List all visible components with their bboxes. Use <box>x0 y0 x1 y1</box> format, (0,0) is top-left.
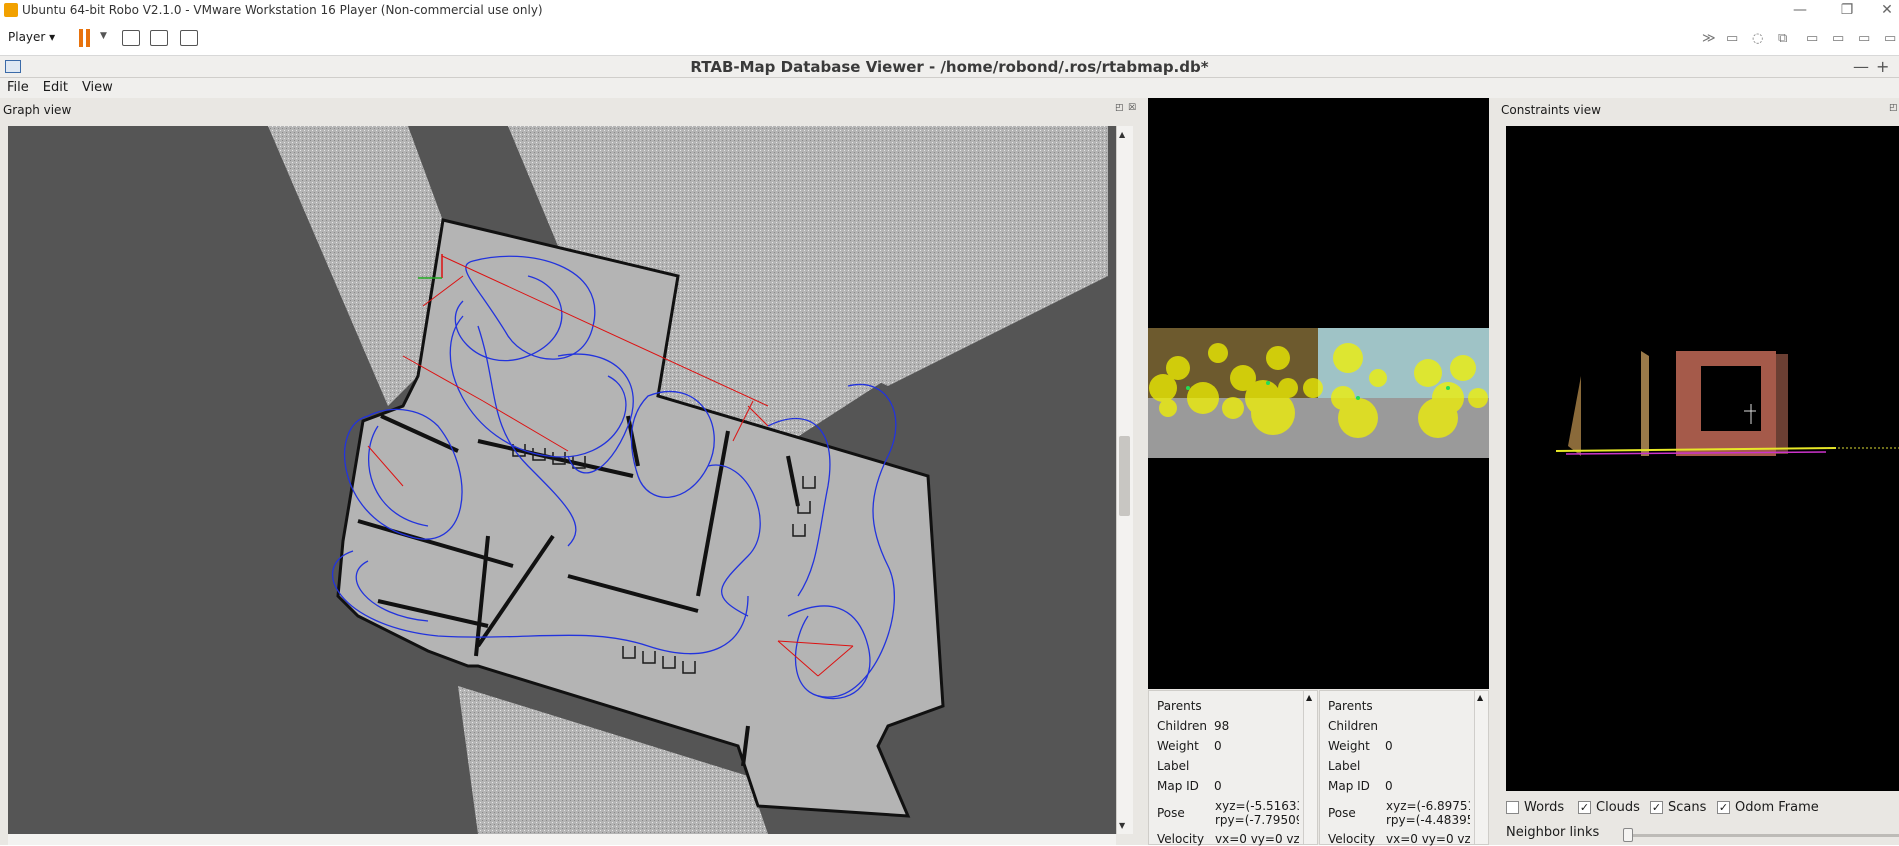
send-ctrl-alt-del-icon[interactable] <box>122 30 140 46</box>
parents-label: Parents <box>1328 699 1373 713</box>
camera-image-features <box>1148 328 1489 458</box>
neighbor-links-slider-track[interactable] <box>1628 834 1899 837</box>
velocity-label: Velocity <box>1157 832 1205 846</box>
scroll-up-icon[interactable]: ▲ <box>1477 693 1483 702</box>
network-icon[interactable]: ⧉ <box>1778 31 1787 46</box>
node-info-right-scrollbar[interactable]: ▲ <box>1474 691 1488 844</box>
graph-view-canvas[interactable] <box>8 126 1116 834</box>
label-label: Label <box>1157 759 1190 773</box>
words-label: Words <box>1524 800 1565 815</box>
image-view-panel[interactable] <box>1148 98 1489 689</box>
cd-icon[interactable]: ◌ <box>1752 31 1763 46</box>
children-label: Children <box>1157 719 1207 733</box>
menu-file[interactable]: File <box>0 78 36 98</box>
rtabmap-maximize-button[interactable]: + <box>1876 56 1889 78</box>
usb-icon[interactable]: ▭ <box>1806 31 1818 46</box>
velocity-value: vx=0 vy=0 vz= <box>1386 832 1470 846</box>
pose-xyz-value: xyz=(-5.51633, <box>1215 799 1299 813</box>
clouds-checkbox[interactable]: ✓ <box>1578 801 1591 814</box>
pose-rpy-value: rpy=(-4.48395 <box>1386 813 1470 827</box>
label-label: Label <box>1328 759 1361 773</box>
printer-icon[interactable]: ▭ <box>1858 31 1870 46</box>
graph-view-horizontal-scrollbar[interactable] <box>8 834 1116 845</box>
graph-view-scroll-thumb[interactable] <box>1119 436 1130 516</box>
rtabmap-window-title: RTAB-Map Database Viewer - /home/robond/… <box>690 58 1209 76</box>
rtabmap-title-bar: RTAB-Map Database Viewer - /home/robond/… <box>0 56 1899 78</box>
constraints-view-options: Words ✓ Clouds ✓ Scans ✓ Odom Frame Neig… <box>1506 795 1899 845</box>
pose-label: Pose <box>1157 806 1185 820</box>
graph-view-float-icon[interactable]: ◰ <box>1115 103 1124 113</box>
close-button[interactable]: ✕ <box>1872 0 1899 20</box>
pose-xyz-value: xyz=(-6.89751 <box>1386 799 1470 813</box>
unity-icon[interactable] <box>180 30 198 46</box>
vmware-window-title: Ubuntu 64-bit Robo V2.1.0 - VMware Works… <box>22 3 543 17</box>
weight-value: 0 <box>1214 739 1222 753</box>
sound-icon[interactable]: ▭ <box>1832 31 1844 46</box>
pause-icon[interactable] <box>78 29 92 47</box>
app-window-icon <box>5 60 21 73</box>
pose-label: Pose <box>1328 806 1356 820</box>
node-info-panel-right: Parents Children Weight 0 Label Map ID 0… <box>1319 690 1489 846</box>
map-id-value: 0 <box>1385 779 1393 793</box>
map-id-value: 0 <box>1214 779 1222 793</box>
velocity-label: Velocity <box>1328 832 1376 846</box>
map-id-label: Map ID <box>1328 779 1370 793</box>
odom-frame-checkbox[interactable]: ✓ <box>1717 801 1730 814</box>
graph-view-title: Graph view <box>3 103 72 117</box>
more-icon[interactable]: ≫ <box>1702 31 1716 46</box>
weight-label: Weight <box>1157 739 1199 753</box>
graph-view-close-icon[interactable]: ☒ <box>1128 103 1136 113</box>
constraints-view-float-icon[interactable]: ◰ <box>1889 103 1898 113</box>
odom-frame-label: Odom Frame <box>1735 800 1819 815</box>
player-menu-button[interactable]: Player ▾ <box>8 30 55 44</box>
neighbor-links-label: Neighbor links <box>1506 825 1600 840</box>
display-icon[interactable]: ▭ <box>1884 31 1896 46</box>
map-id-label: Map ID <box>1157 779 1199 793</box>
constraints-view-dock-header: Constraints view ◰ <box>1497 100 1899 122</box>
words-checkbox[interactable] <box>1506 801 1519 814</box>
node-info-left-scrollbar[interactable]: ▲ <box>1303 691 1317 844</box>
parents-label: Parents <box>1157 699 1202 713</box>
vmware-toolbar: Player ▾ ▼ ≫ ▭ ◌ ⧉ ▭ ▭ ▭ ▭ <box>0 20 1899 56</box>
constraints-view-canvas[interactable] <box>1506 126 1899 791</box>
occupancy-grid-map <box>268 126 1108 834</box>
player-menu-label: Player <box>8 30 46 44</box>
menu-bar: File Edit View <box>0 78 1899 98</box>
graph-view-vertical-scrollbar[interactable]: ▲ ▼ <box>1116 126 1133 834</box>
menu-view[interactable]: View <box>75 78 120 98</box>
restore-button[interactable]: ❐ <box>1832 0 1862 20</box>
vmware-title-bar: Ubuntu 64-bit Robo V2.1.0 - VMware Works… <box>0 0 1899 20</box>
hdd-icon[interactable]: ▭ <box>1726 31 1738 46</box>
pose-rpy-value: rpy=(-7.79509e <box>1215 813 1299 827</box>
constraints-view-title: Constraints view <box>1501 103 1601 117</box>
graph-view-dock-header: Graph view ◰ ☒ <box>0 100 1142 122</box>
clouds-label: Clouds <box>1596 800 1640 815</box>
constraints-3d-view <box>1555 351 1899 456</box>
children-value: 98 <box>1214 719 1230 733</box>
weight-label: Weight <box>1328 739 1370 753</box>
scroll-down-icon[interactable]: ▼ <box>1119 821 1125 830</box>
weight-value: 0 <box>1385 739 1393 753</box>
rtabmap-minimize-button[interactable]: — <box>1853 56 1869 78</box>
neighbor-links-slider-handle[interactable] <box>1623 828 1633 842</box>
scroll-up-icon[interactable]: ▲ <box>1119 130 1125 139</box>
pause-dropdown-icon[interactable]: ▼ <box>100 31 107 41</box>
menu-edit[interactable]: Edit <box>36 78 75 98</box>
minimize-button[interactable]: — <box>1785 0 1815 20</box>
scans-label: Scans <box>1668 800 1707 815</box>
children-label: Children <box>1328 719 1378 733</box>
fit-guest-icon[interactable] <box>150 30 168 46</box>
scroll-up-icon[interactable]: ▲ <box>1306 693 1312 702</box>
scans-checkbox[interactable]: ✓ <box>1650 801 1663 814</box>
vmware-logo-icon <box>4 3 18 17</box>
node-info-panel-left: Parents Children 98 Weight 0 Label Map I… <box>1148 690 1318 846</box>
velocity-value: vx=0 vy=0 vz= <box>1215 832 1299 846</box>
